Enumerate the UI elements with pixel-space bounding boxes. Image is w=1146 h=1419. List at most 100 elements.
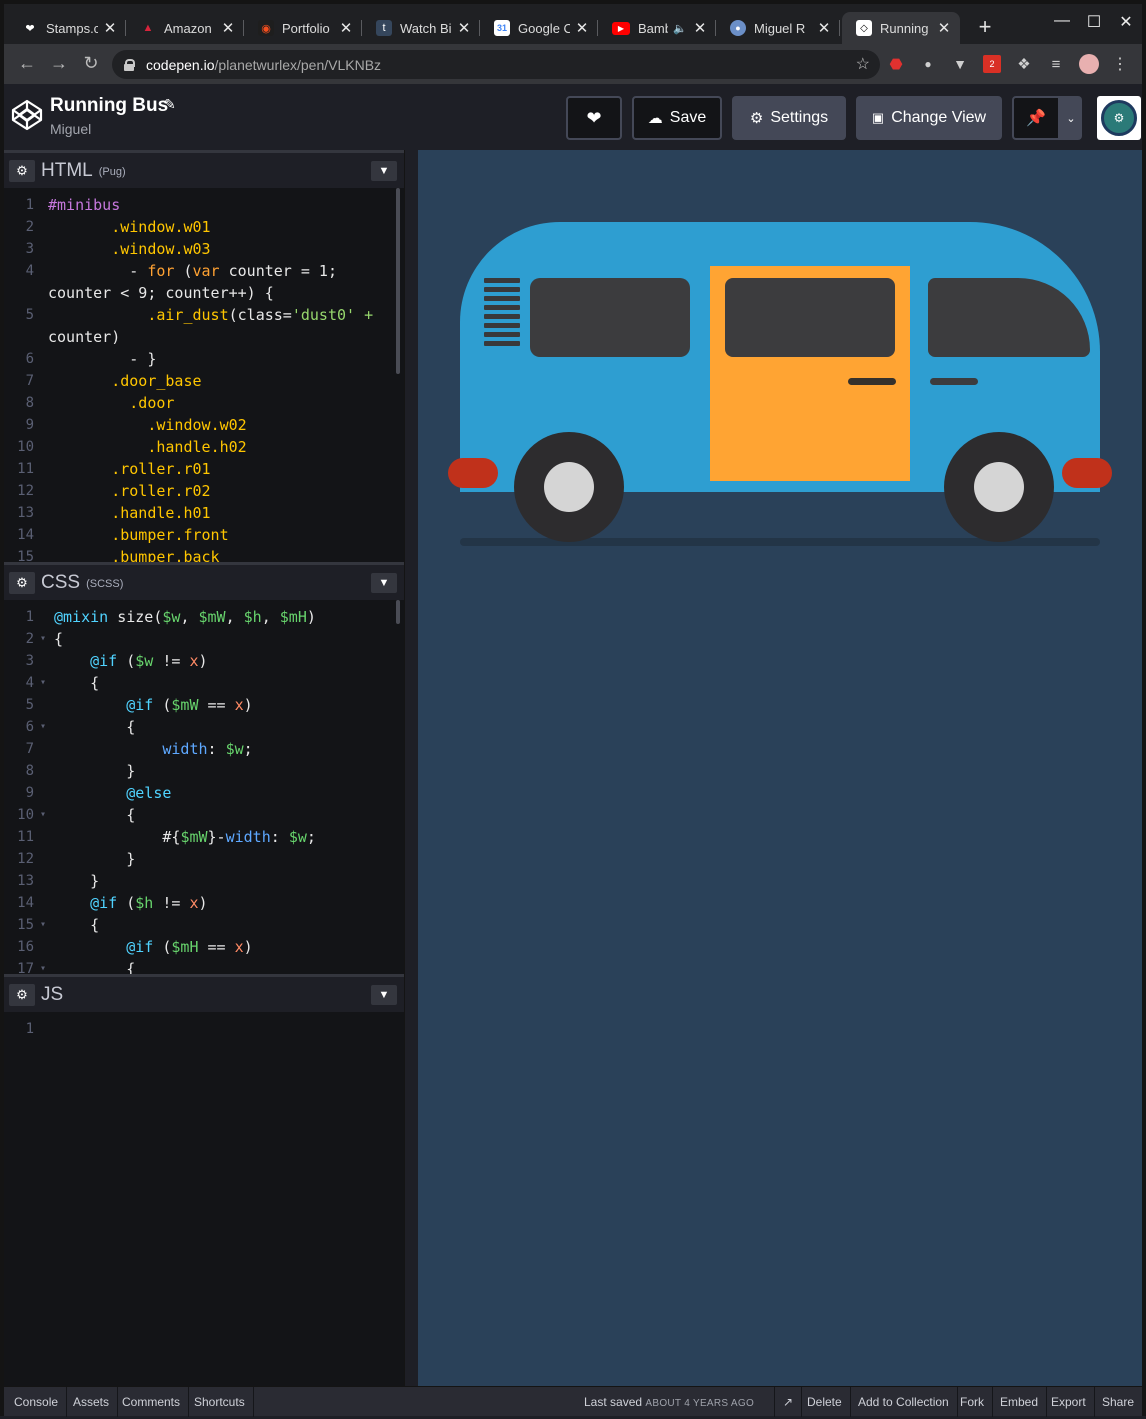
browser-tab[interactable]: ▲ Amazon ( ✕ <box>126 12 244 44</box>
close-window-icon[interactable]: ✕ <box>1111 12 1141 32</box>
pen-title[interactable]: Running Bus <box>50 95 168 117</box>
vue-extension-icon[interactable]: ▼ <box>951 55 969 73</box>
code-line[interactable]: 8 .door <box>4 392 404 414</box>
comments-button[interactable]: Comments <box>114 1387 190 1417</box>
delete-button[interactable]: Delete <box>799 1387 851 1417</box>
fold-arrow-icon[interactable]: ▾ <box>40 804 46 826</box>
code-line[interactable]: 14 @if ($h != x) <box>4 892 404 914</box>
code-line[interactable]: 3 .window.w03 <box>4 238 404 260</box>
code-line[interactable]: 12 .roller.r02 <box>4 480 404 502</box>
code-line[interactable]: 8 } <box>4 760 404 782</box>
code-line[interactable]: 15 ▾ { <box>4 914 404 936</box>
code-line[interactable]: 15 .bumper.back <box>4 546 404 562</box>
minimize-icon[interactable]: — <box>1047 12 1077 30</box>
code-line[interactable]: 9 .window.w02 <box>4 414 404 436</box>
forward-icon[interactable]: → <box>48 53 70 74</box>
code-line[interactable]: 7 .door_base <box>4 370 404 392</box>
chevron-down-icon[interactable]: ▼ <box>371 573 397 593</box>
html-code-area[interactable]: 1 #minibus 2 .window.w01 3 .window.w03 4 - f… <box>4 188 404 562</box>
gear-icon[interactable]: ⚙ <box>9 983 35 1006</box>
bookmark-star-icon[interactable]: ☆ <box>856 54 870 74</box>
code-line[interactable]: 11 .roller.r01 <box>4 458 404 480</box>
chevron-down-icon[interactable]: ▼ <box>371 985 397 1005</box>
pin-dropdown-button[interactable]: ⌄ <box>1060 96 1082 140</box>
code-line[interactable]: 12 } <box>4 848 404 870</box>
code-line[interactable]: 5 .air_dust(class='dust0' + <box>4 304 404 326</box>
css-code-area[interactable]: 1 @mixin size($w, $mW, $h, $mH) 2 ▾ {3 @if (… <box>4 600 404 974</box>
code-line[interactable]: 2 ▾ { <box>4 628 404 650</box>
menu-kebab-icon[interactable]: ⋮ <box>1111 55 1129 73</box>
browser-tab[interactable]: ● Miguel R ✕ <box>716 12 840 44</box>
fold-arrow-icon[interactable]: ▾ <box>40 958 46 974</box>
assets-button[interactable]: Assets <box>65 1387 119 1417</box>
close-icon[interactable]: ✕ <box>102 19 118 37</box>
gear-icon[interactable]: ⚙ <box>9 571 35 594</box>
code-line[interactable]: 3 @if ($w != x) <box>4 650 404 672</box>
speaker-icon[interactable]: 🔈 <box>672 22 688 35</box>
browser-tab[interactable]: ▶ Bamb 🔈 ✕ <box>598 12 716 44</box>
save-button[interactable]: ☁ Save <box>632 96 722 140</box>
code-line[interactable]: 13 .handle.h01 <box>4 502 404 524</box>
code-line[interactable]: 6 - } <box>4 348 404 370</box>
css-scrollbar[interactable] <box>396 600 400 624</box>
code-line[interactable]: 6 ▾ { <box>4 716 404 738</box>
user-avatar[interactable]: ⚙ <box>1097 96 1141 140</box>
code-line[interactable]: 5 @if ($mW == x) <box>4 694 404 716</box>
fold-arrow-icon[interactable]: ▾ <box>40 628 46 650</box>
code-line[interactable]: 10 ▾ { <box>4 804 404 826</box>
html-scrollbar[interactable] <box>396 188 400 374</box>
adblock-extension-icon[interactable]: ⬣ <box>887 55 905 73</box>
maximize-icon[interactable]: ☐ <box>1079 12 1109 32</box>
share-button[interactable]: Share <box>1094 1387 1142 1417</box>
code-line[interactable]: 11 #{$mW}-width: $w; <box>4 826 404 848</box>
browser-tab[interactable]: ◉ Portfolio ✕ <box>244 12 362 44</box>
codepen-logo-icon[interactable] <box>10 98 44 132</box>
code-line[interactable]: 9 @else <box>4 782 404 804</box>
reload-icon[interactable]: ↻ <box>80 53 102 74</box>
address-bar[interactable]: codepen.io/planetwurlex/pen/VLKNBz ☆ <box>112 50 880 79</box>
shortcuts-button[interactable]: Shortcuts <box>186 1387 254 1417</box>
fork-button[interactable]: Fork <box>952 1387 993 1417</box>
browser-tab[interactable]: 31 Google C ✕ <box>480 12 598 44</box>
like-button[interactable]: ❤ <box>566 96 622 140</box>
code-line[interactable]: 7 width: $w; <box>4 738 404 760</box>
code-line[interactable]: 16 @if ($mH == x) <box>4 936 404 958</box>
console-button[interactable]: Console <box>4 1387 68 1417</box>
browser-tab-active[interactable]: ◇ Running ✕ <box>842 12 960 44</box>
code-line[interactable]: counter < 9; counter++) { <box>4 282 404 304</box>
close-icon[interactable]: ✕ <box>816 19 832 37</box>
change-view-button[interactable]: ▣ Change View <box>856 96 1002 140</box>
close-icon[interactable]: ✕ <box>936 19 952 37</box>
js-code-area[interactable]: 1 <box>4 1012 404 1386</box>
pen-author[interactable]: Miguel <box>50 121 91 137</box>
browser-tab[interactable]: ❤ Stamps.c ✕ <box>8 12 126 44</box>
export-button[interactable]: Export <box>1043 1387 1095 1417</box>
fold-arrow-icon[interactable]: ▾ <box>40 914 46 936</box>
close-icon[interactable]: ✕ <box>220 19 236 37</box>
close-icon[interactable]: ✕ <box>574 19 590 37</box>
media-queue-icon[interactable]: ≡ <box>1047 55 1065 73</box>
code-line[interactable]: 4 - for (var counter = 1; <box>4 260 404 282</box>
code-line[interactable]: 13 } <box>4 870 404 892</box>
close-icon[interactable]: ✕ <box>338 19 354 37</box>
add-to-collection-button[interactable]: Add to Collection <box>850 1387 958 1417</box>
pencil-icon[interactable]: ✎ <box>164 96 176 113</box>
code-line[interactable]: 14 .bumper.front <box>4 524 404 546</box>
close-icon[interactable]: ✕ <box>456 19 472 37</box>
open-external-icon[interactable]: ↗ <box>774 1387 803 1417</box>
profile-avatar-icon[interactable] <box>1079 54 1099 74</box>
code-line[interactable]: 17 ▾ { <box>4 958 404 974</box>
gear-icon[interactable]: ⚙ <box>9 159 35 182</box>
code-line[interactable]: 2 .window.w01 <box>4 216 404 238</box>
close-icon[interactable]: ✕ <box>692 19 708 37</box>
extension-badge-icon[interactable]: 2 <box>983 55 1001 73</box>
code-line[interactable]: 1 <box>4 1018 404 1040</box>
code-line[interactable]: 1 @mixin size($w, $mW, $h, $mH) <box>4 606 404 628</box>
embed-button[interactable]: Embed <box>992 1387 1048 1417</box>
browser-tab[interactable]: t Watch Bi ✕ <box>362 12 480 44</box>
code-line[interactable]: counter) <box>4 326 404 348</box>
code-line[interactable]: 1 #minibus <box>4 194 404 216</box>
mouse-extension-icon[interactable]: ● <box>919 55 937 73</box>
code-line[interactable]: 10 .handle.h02 <box>4 436 404 458</box>
new-tab-icon[interactable]: + <box>970 14 1000 40</box>
